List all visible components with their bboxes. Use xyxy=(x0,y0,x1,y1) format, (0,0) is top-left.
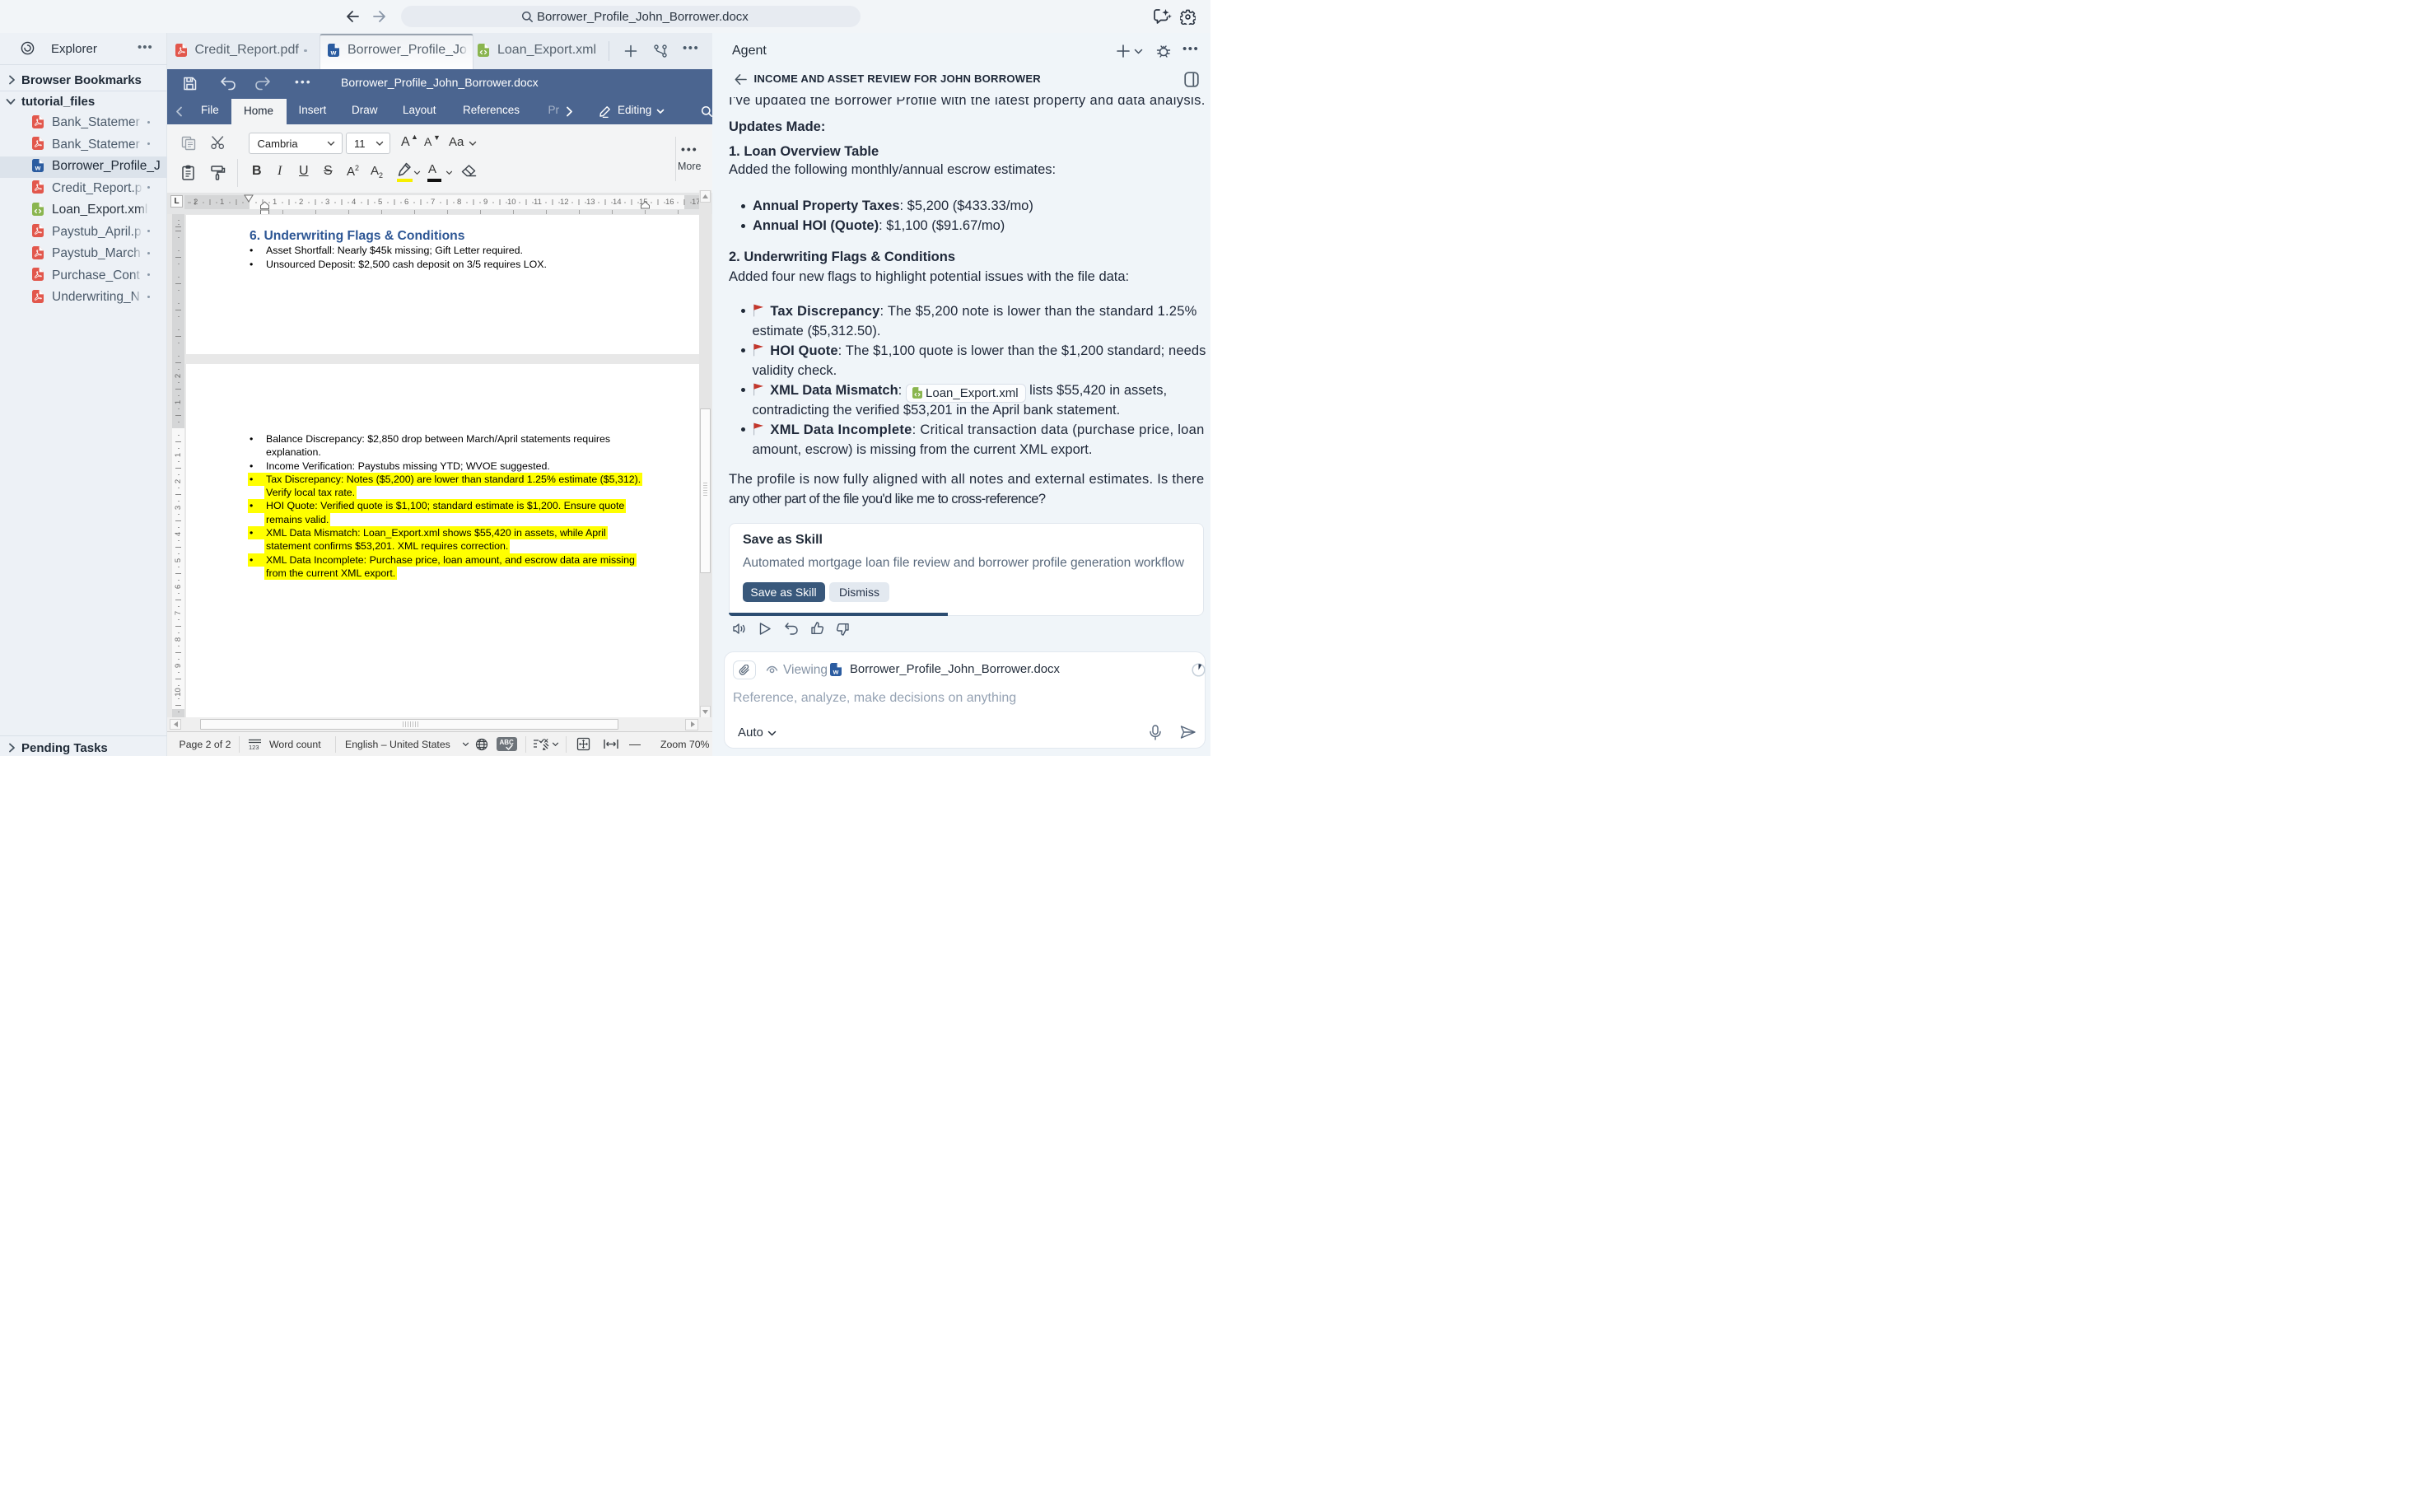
svg-text:123: 123 xyxy=(249,744,259,750)
